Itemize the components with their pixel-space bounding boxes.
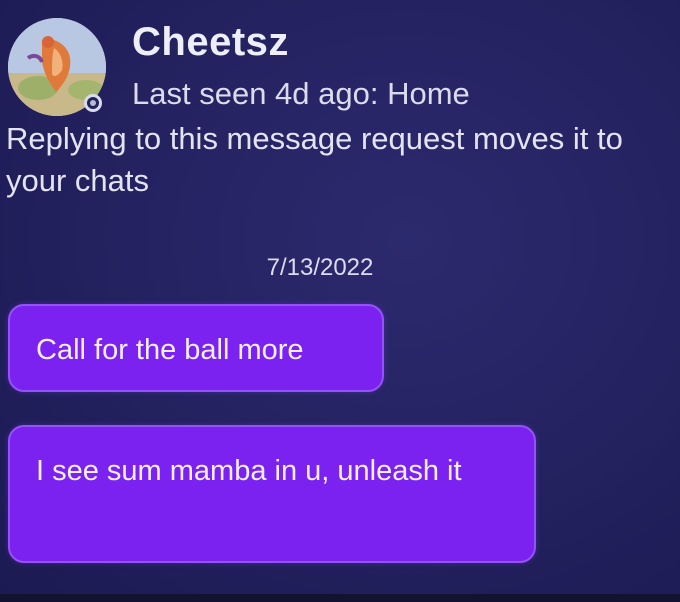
message-request-screen: Cheetsz Last seen 4d ago: Home Replying … — [0, 0, 680, 602]
message-text: I see sum mamba in u, unleash it — [36, 455, 462, 487]
message-text: Call for the ball more — [36, 334, 304, 366]
conversation-date: 7/13/2022 — [266, 254, 374, 281]
presence-status-icon — [84, 94, 102, 112]
username[interactable]: Cheetsz — [132, 20, 289, 65]
message-bubble[interactable]: I see sum mamba in u, unleash it — [8, 425, 536, 563]
last-seen-status: Last seen 4d ago: Home — [132, 76, 470, 111]
conversation-header: Cheetsz Last seen 4d ago: Home — [8, 14, 668, 124]
screen-bottom-edge — [0, 594, 680, 602]
message-request-notice: Replying to this message request moves i… — [6, 121, 623, 198]
message-bubble[interactable]: Call for the ball more — [8, 304, 384, 392]
